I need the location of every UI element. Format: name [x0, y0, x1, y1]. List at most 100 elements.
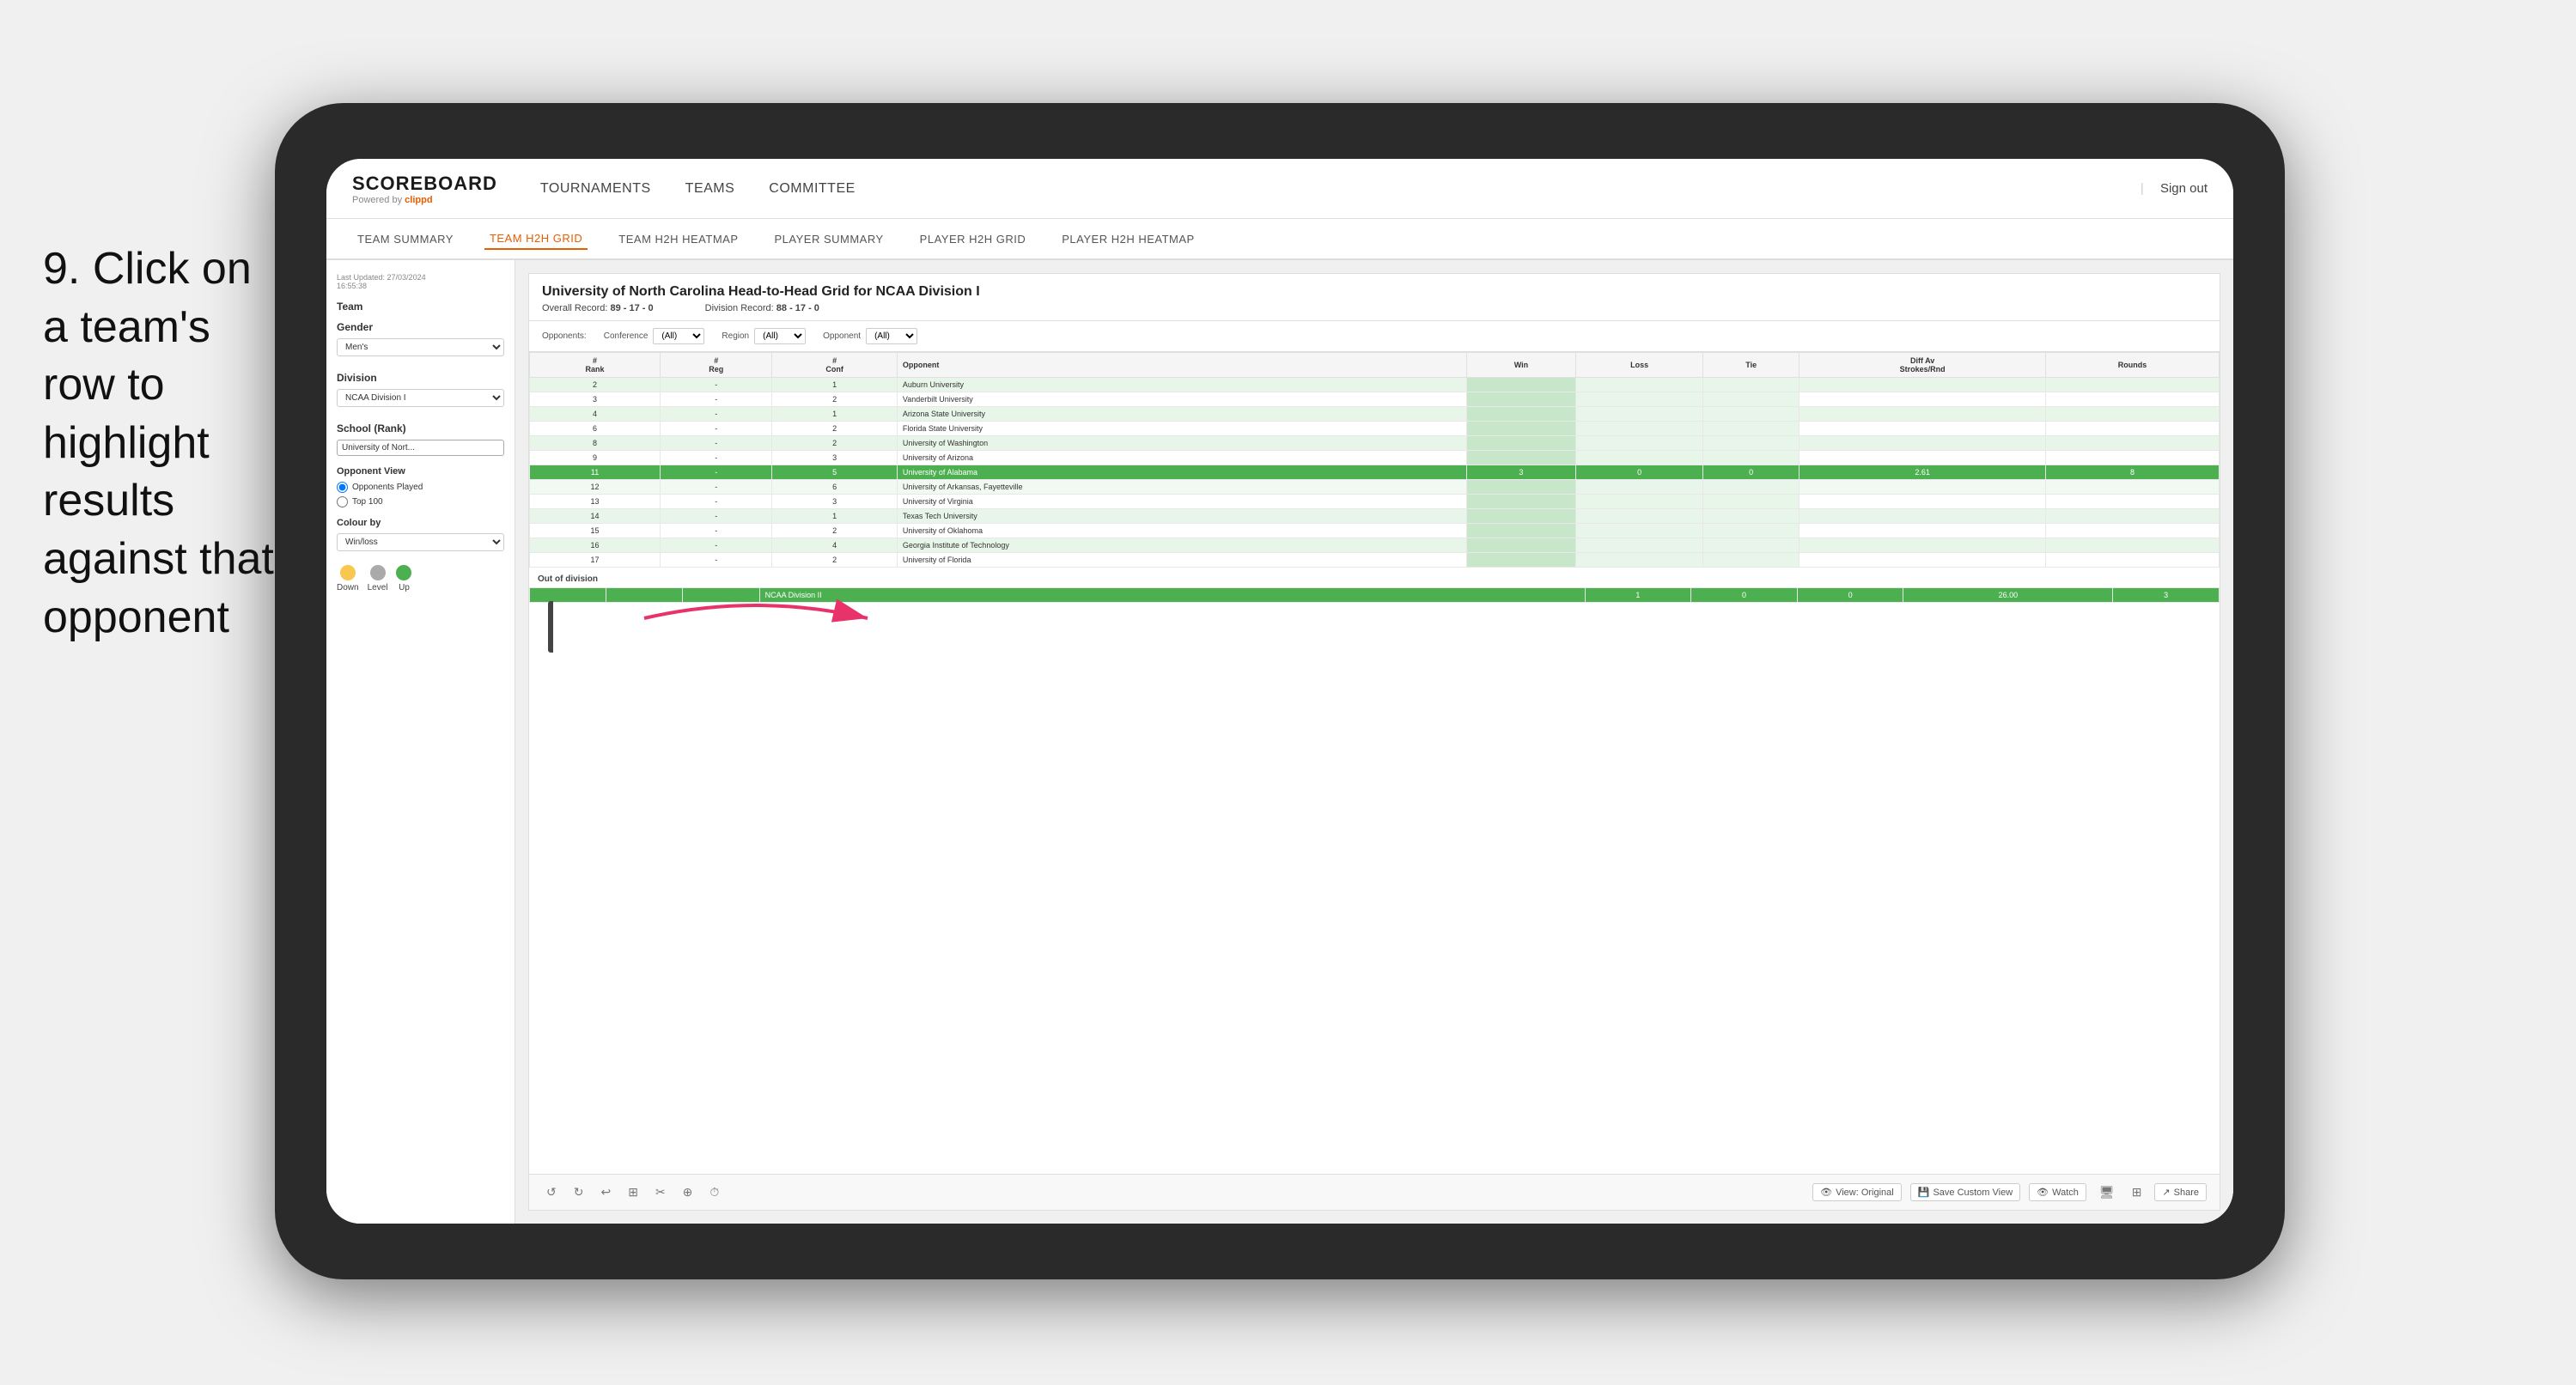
region-filter-select[interactable]: (All) — [754, 328, 806, 344]
school-input[interactable]: University of Nort... — [337, 440, 504, 456]
cell-conf: 2 — [772, 553, 897, 568]
table-row[interactable]: 4-1Arizona State University — [530, 407, 2220, 422]
cell-opponent: University of Florida — [897, 553, 1466, 568]
save-icon: 💾 — [1918, 1187, 1930, 1198]
ood-win: 1 — [1585, 588, 1691, 603]
cell-conf: 1 — [772, 407, 897, 422]
conference-filter-label: Conference — [604, 331, 649, 341]
col-rank: #Rank — [530, 353, 661, 378]
cell-opponent: Georgia Institute of Technology — [897, 538, 1466, 553]
sub-nav-team-h2h-heatmap[interactable]: TEAM H2H HEATMAP — [613, 229, 743, 249]
table-row[interactable]: 8-2University of Washington — [530, 436, 2220, 451]
cell-rounds — [2046, 436, 2220, 451]
table-row[interactable]: 3-2Vanderbilt University — [530, 392, 2220, 407]
cell-diff — [1800, 553, 2046, 568]
cell-rounds — [2046, 407, 2220, 422]
share-btn[interactable]: ↗ Share — [2154, 1183, 2207, 1201]
sub-nav-team-summary[interactable]: TEAM SUMMARY — [352, 229, 459, 249]
nav-teams[interactable]: TEAMS — [685, 177, 735, 201]
grid-records: Overall Record: 89 - 17 - 0 Division Rec… — [542, 303, 2207, 313]
cell-diff — [1800, 378, 2046, 392]
sign-out-link[interactable]: Sign out — [2160, 181, 2208, 196]
grid-title: University of North Carolina Head-to-Hea… — [542, 284, 2207, 300]
redo-btn[interactable]: ↻ — [569, 1183, 588, 1201]
time-btn[interactable]: ⊕ — [679, 1183, 697, 1201]
grid-container: University of North Carolina Head-to-Hea… — [528, 273, 2220, 1211]
cell-tie — [1703, 392, 1800, 407]
opponent-view-title: Opponent View — [337, 466, 504, 477]
cell-rank: 6 — [530, 422, 661, 436]
clock-btn[interactable]: ⏱ — [705, 1183, 723, 1201]
conference-filter-select[interactable]: (All) — [653, 328, 704, 344]
legend-down-dot — [340, 565, 356, 580]
cell-conf: 6 — [772, 480, 897, 495]
cell-rounds — [2046, 553, 2220, 568]
table-row[interactable]: 12-6University of Arkansas, Fayetteville — [530, 480, 2220, 495]
cell-tie — [1703, 422, 1800, 436]
table-row[interactable]: 15-2University of Oklahoma — [530, 524, 2220, 538]
table-row[interactable]: 14-1Texas Tech University — [530, 509, 2220, 524]
cell-rank: 16 — [530, 538, 661, 553]
watch-icon: 👁 — [2037, 1187, 2049, 1198]
legend-row: Down Level Up — [337, 565, 504, 592]
sub-nav-player-summary[interactable]: PLAYER SUMMARY — [770, 229, 889, 249]
cell-win — [1466, 392, 1576, 407]
cell-conf: 1 — [772, 509, 897, 524]
cell-tie: 0 — [1703, 465, 1800, 480]
cell-diff — [1800, 538, 2046, 553]
out-of-division-row[interactable]: NCAA Division II 1 0 0 26.00 3 — [530, 588, 2220, 603]
cell-rounds — [2046, 378, 2220, 392]
logo-area: SCOREBOARD Powered by clippd — [352, 173, 497, 205]
table-row[interactable]: 17-2University of Florida — [530, 553, 2220, 568]
save-custom-view-btn[interactable]: 💾 Save Custom View — [1910, 1183, 2020, 1201]
sub-nav-player-h2h-heatmap[interactable]: PLAYER H2H HEATMAP — [1057, 229, 1199, 249]
cell-tie — [1703, 451, 1800, 465]
nav-committee[interactable]: COMMITTEE — [769, 177, 856, 201]
cell-reg: - — [661, 378, 772, 392]
legend-up-label: Up — [399, 583, 410, 592]
cell-win — [1466, 495, 1576, 509]
table-row[interactable]: 16-4Georgia Institute of Technology — [530, 538, 2220, 553]
undo-btn[interactable]: ↺ — [542, 1183, 561, 1201]
cell-loss — [1576, 509, 1703, 524]
col-loss: Loss — [1576, 353, 1703, 378]
cell-rank: 17 — [530, 553, 661, 568]
table-icon[interactable]: ⊞ — [2128, 1183, 2147, 1201]
cell-win — [1466, 538, 1576, 553]
copy-btn[interactable]: ⊞ — [624, 1183, 642, 1201]
tablet-side-button — [548, 601, 553, 653]
cell-loss — [1576, 495, 1703, 509]
table-row[interactable]: 2-1Auburn University — [530, 378, 2220, 392]
division-record: Division Record: 88 - 17 - 0 — [705, 303, 819, 313]
table-row[interactable]: 13-3University of Virginia — [530, 495, 2220, 509]
ood-rounds: 3 — [2113, 588, 2220, 603]
view-original-btn[interactable]: 👁 View: Original — [1812, 1183, 1902, 1201]
legend-up-dot — [396, 565, 411, 580]
colour-by-select[interactable]: Win/loss — [337, 533, 504, 551]
grid-filters: Opponents: Conference (All) Region (All) — [529, 321, 2220, 352]
table-row[interactable]: 6-2Florida State University — [530, 422, 2220, 436]
gender-select[interactable]: Men's — [337, 338, 504, 356]
col-reg: #Reg — [661, 353, 772, 378]
table-row[interactable]: 9-3University of Arizona — [530, 451, 2220, 465]
legend-level-dot — [370, 565, 386, 580]
sub-nav-team-h2h-grid[interactable]: TEAM H2H GRID — [484, 228, 588, 250]
monitor-icon[interactable]: 🖥 — [2095, 1183, 2119, 1201]
cell-rank: 13 — [530, 495, 661, 509]
cell-loss — [1576, 407, 1703, 422]
sub-nav-player-h2h-grid[interactable]: PLAYER H2H GRID — [915, 229, 1032, 249]
h2h-table: #Rank #Reg #Conf Opponent Win Loss Tie D… — [529, 352, 2220, 568]
instruction-text: 9. Click on a team's row to highlight re… — [43, 240, 283, 647]
opponent-filter-select[interactable]: (All) — [866, 328, 917, 344]
cell-diff — [1800, 524, 2046, 538]
tablet-screen: SCOREBOARD Powered by clippd TOURNAMENTS… — [326, 159, 2233, 1224]
watch-btn[interactable]: 👁 Watch — [2029, 1183, 2086, 1201]
cell-win — [1466, 553, 1576, 568]
cell-tie — [1703, 480, 1800, 495]
cut-btn[interactable]: ✂ — [651, 1183, 670, 1201]
nav-tournaments[interactable]: TOURNAMENTS — [540, 177, 651, 201]
cell-conf: 2 — [772, 436, 897, 451]
table-row[interactable]: 11-5University of Alabama3002.618 — [530, 465, 2220, 480]
undo2-btn[interactable]: ↩ — [596, 1183, 615, 1201]
division-select[interactable]: NCAA Division I — [337, 389, 504, 407]
